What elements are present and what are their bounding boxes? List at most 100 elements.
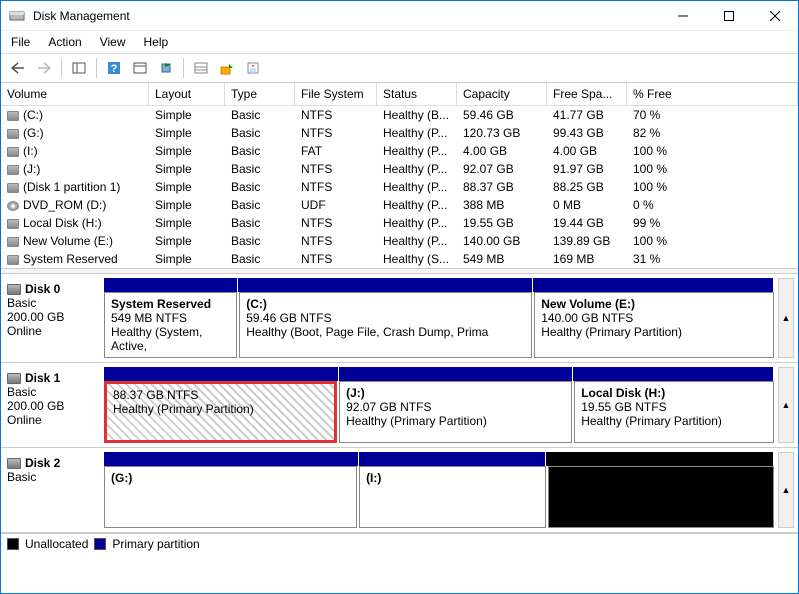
volume-status: Healthy (P... xyxy=(377,197,457,213)
settings-button[interactable] xyxy=(129,57,151,79)
partition[interactable]: Local Disk (H:)19.55 GB NTFSHealthy (Pri… xyxy=(574,381,774,443)
volume-row[interactable]: System ReservedSimpleBasicNTFSHealthy (S… xyxy=(1,250,798,268)
action-button[interactable] xyxy=(216,57,238,79)
disk-row: Disk 2Basic(G:)(I:) ▲ xyxy=(1,448,798,533)
partition[interactable]: New Volume (E:)140.00 GB NTFSHealthy (Pr… xyxy=(534,292,774,358)
disk-info[interactable]: Disk 1Basic200.00 GBOnline xyxy=(5,367,100,443)
volume-pct: 82 % xyxy=(627,125,681,141)
partition[interactable]: (G:) xyxy=(104,466,357,528)
col-type[interactable]: Type xyxy=(225,83,295,105)
partition-size: 549 MB NTFS xyxy=(111,311,230,325)
volume-layout: Simple xyxy=(149,251,225,267)
legend: Unallocated Primary partition xyxy=(1,533,798,554)
scroll-up-icon[interactable]: ▲ xyxy=(778,452,794,528)
volume-icon xyxy=(7,237,19,247)
col-free[interactable]: Free Spa... xyxy=(547,83,627,105)
disk-strip xyxy=(104,452,774,466)
col-capacity[interactable]: Capacity xyxy=(457,83,547,105)
minimize-button[interactable] xyxy=(660,1,706,31)
back-button[interactable] xyxy=(7,57,29,79)
volume-layout: Simple xyxy=(149,179,225,195)
partition[interactable]: System Reserved549 MB NTFSHealthy (Syste… xyxy=(104,292,237,358)
volume-free: 88.25 GB xyxy=(547,179,627,195)
disk-info[interactable]: Disk 0Basic200.00 GBOnline xyxy=(5,278,100,358)
volume-type: Basic xyxy=(225,107,295,123)
col-layout[interactable]: Layout xyxy=(149,83,225,105)
partition[interactable] xyxy=(548,466,774,528)
volume-type: Basic xyxy=(225,143,295,159)
volume-row[interactable]: Local Disk (H:)SimpleBasicNTFSHealthy (P… xyxy=(1,214,798,232)
volume-fs: NTFS xyxy=(295,251,377,267)
col-volume[interactable]: Volume xyxy=(1,83,149,105)
partition[interactable]: (J:)92.07 GB NTFSHealthy (Primary Partit… xyxy=(339,381,572,443)
properties-button[interactable] xyxy=(242,57,264,79)
volume-row[interactable]: DVD_ROM (D:)SimpleBasicUDFHealthy (P...3… xyxy=(1,196,798,214)
volume-status: Healthy (P... xyxy=(377,161,457,177)
col-pct[interactable]: % Free xyxy=(627,83,681,105)
volume-icon xyxy=(7,201,19,211)
volume-row[interactable]: (Disk 1 partition 1)SimpleBasicNTFSHealt… xyxy=(1,178,798,196)
maximize-button[interactable] xyxy=(706,1,752,31)
col-fs[interactable]: File System xyxy=(295,83,377,105)
volume-type: Basic xyxy=(225,197,295,213)
partition-health: Healthy (Primary Partition) xyxy=(113,402,328,416)
volume-capacity: 59.46 GB xyxy=(457,107,547,123)
volume-free: 41.77 GB xyxy=(547,107,627,123)
volume-fs: NTFS xyxy=(295,233,377,249)
volume-fs: NTFS xyxy=(295,215,377,231)
scroll-up-icon[interactable]: ▲ xyxy=(778,367,794,443)
disk-type: Basic xyxy=(7,385,98,399)
volume-icon xyxy=(7,255,19,265)
menu-action[interactable]: Action xyxy=(48,35,81,49)
list-button[interactable] xyxy=(190,57,212,79)
partition[interactable]: 88.37 GB NTFSHealthy (Primary Partition) xyxy=(104,381,337,443)
col-status[interactable]: Status xyxy=(377,83,457,105)
volume-pct: 99 % xyxy=(627,215,681,231)
disk-strip xyxy=(104,367,774,381)
disk-info[interactable]: Disk 2Basic xyxy=(5,452,100,528)
volume-status: Healthy (S... xyxy=(377,251,457,267)
volume-fs: FAT xyxy=(295,143,377,159)
disk-size: 200.00 GB xyxy=(7,310,98,324)
volume-fs: NTFS xyxy=(295,179,377,195)
partition-size: 92.07 GB NTFS xyxy=(346,400,565,414)
disk-name: Disk 2 xyxy=(25,456,60,470)
partition[interactable]: (I:) xyxy=(359,466,546,528)
show-hide-tree-button[interactable] xyxy=(68,57,90,79)
volume-name: (Disk 1 partition 1) xyxy=(23,180,120,194)
disk-row: Disk 0Basic200.00 GBOnlineSystem Reserve… xyxy=(1,274,798,363)
close-button[interactable] xyxy=(752,1,798,31)
volume-capacity: 140.00 GB xyxy=(457,233,547,249)
svg-text:?: ? xyxy=(111,63,118,75)
volume-layout: Simple xyxy=(149,107,225,123)
forward-button[interactable] xyxy=(33,57,55,79)
refresh-button[interactable] xyxy=(155,57,177,79)
menu-file[interactable]: File xyxy=(11,35,30,49)
disk-strip xyxy=(104,278,774,292)
toolbar: ? xyxy=(1,54,798,83)
title-bar: Disk Management xyxy=(1,1,798,31)
volume-row[interactable]: (G:)SimpleBasicNTFSHealthy (P...120.73 G… xyxy=(1,124,798,142)
volume-icon xyxy=(7,129,19,139)
volume-free: 99.43 GB xyxy=(547,125,627,141)
volume-row[interactable]: (C:)SimpleBasicNTFSHealthy (B...59.46 GB… xyxy=(1,106,798,124)
volume-row[interactable]: (I:)SimpleBasicFATHealthy (P...4.00 GB4.… xyxy=(1,142,798,160)
volume-status: Healthy (P... xyxy=(377,125,457,141)
volume-row[interactable]: New Volume (E:)SimpleBasicNTFSHealthy (P… xyxy=(1,232,798,250)
legend-primary: Primary partition xyxy=(112,537,199,551)
volume-pct: 0 % xyxy=(627,197,681,213)
volume-layout: Simple xyxy=(149,125,225,141)
app-icon xyxy=(9,8,25,24)
partition-health: Healthy (Primary Partition) xyxy=(346,414,565,428)
partition[interactable]: (C:)59.46 GB NTFSHealthy (Boot, Page Fil… xyxy=(239,292,532,358)
volume-icon xyxy=(7,147,19,157)
volume-pct: 100 % xyxy=(627,233,681,249)
volume-pct: 100 % xyxy=(627,161,681,177)
scroll-up-icon[interactable]: ▲ xyxy=(778,278,794,358)
volume-row[interactable]: (J:)SimpleBasicNTFSHealthy (P...92.07 GB… xyxy=(1,160,798,178)
menu-view[interactable]: View xyxy=(100,35,126,49)
partition-health: Healthy (System, Active, xyxy=(111,325,230,353)
help-button[interactable]: ? xyxy=(103,57,125,79)
partition-health: Healthy (Primary Partition) xyxy=(581,414,767,428)
menu-help[interactable]: Help xyxy=(144,35,169,49)
